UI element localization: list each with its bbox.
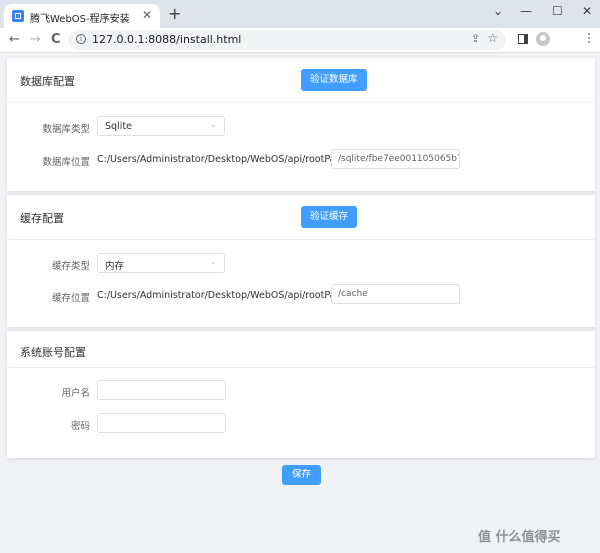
database-type-value: Sqlite bbox=[105, 121, 132, 132]
password-label: 密码 bbox=[70, 421, 90, 432]
profile-avatar-icon[interactable] bbox=[536, 32, 550, 46]
cache-config-card: 缓存配置 验证缓存 缓存类型 内存 ⌄ 缓存位置 C:/Users/Admini… bbox=[7, 195, 595, 327]
database-card-title: 数据库配置 bbox=[20, 75, 75, 88]
cache-location-label: 缓存位置 bbox=[51, 293, 90, 304]
address-url[interactable]: 127.0.0.1:8088/install.html bbox=[92, 33, 241, 46]
database-type-select[interactable]: Sqlite ⌄ bbox=[97, 116, 225, 136]
new-tab-button[interactable]: + bbox=[168, 6, 181, 22]
tab-title: 腾飞WebOS-程序安装 bbox=[30, 14, 130, 25]
cache-type-value: 内存 bbox=[105, 261, 125, 272]
tab-search-icon[interactable]: ⌄ bbox=[493, 4, 503, 18]
cache-card-title: 缓存配置 bbox=[20, 212, 64, 225]
address-bar[interactable]: i 127.0.0.1:8088/install.html ⇪ ☆ bbox=[68, 30, 506, 50]
save-button[interactable]: 保存 bbox=[282, 465, 321, 485]
database-path-input[interactable]: /sqlite/fbe7ee001105065b7e bbox=[331, 149, 460, 169]
maximize-icon[interactable]: ☐ bbox=[552, 4, 563, 18]
reload-icon[interactable]: C bbox=[51, 32, 61, 48]
account-card-header: 系统账号配置 bbox=[7, 331, 595, 368]
database-card-header: 数据库配置 验证数据库 bbox=[7, 58, 595, 103]
side-panel-icon[interactable] bbox=[518, 34, 528, 44]
database-type-label: 数据库类型 bbox=[42, 124, 90, 135]
back-icon[interactable]: ← bbox=[9, 32, 20, 48]
username-input[interactable] bbox=[97, 380, 226, 400]
browser-toolbar: ← → C i 127.0.0.1:8088/install.html ⇪ ☆ … bbox=[0, 28, 600, 53]
verify-cache-button[interactable]: 验证缓存 bbox=[301, 206, 358, 228]
cache-card-header: 缓存配置 验证缓存 bbox=[7, 195, 595, 240]
site-info-icon[interactable]: i bbox=[76, 34, 86, 44]
minimize-icon[interactable]: — bbox=[520, 4, 532, 18]
favicon-icon bbox=[12, 10, 24, 22]
forward-icon[interactable]: → bbox=[30, 32, 41, 48]
database-path-prefix: C:/Users/Administrator/Desktop/WebOS/api… bbox=[97, 154, 346, 165]
cache-path-prefix: C:/Users/Administrator/Desktop/WebOS/api… bbox=[97, 290, 346, 301]
tab-close-icon[interactable]: ✕ bbox=[142, 8, 152, 22]
window-close-icon[interactable]: ✕ bbox=[582, 4, 592, 18]
account-card-title: 系统账号配置 bbox=[20, 346, 86, 359]
browser-tab-bar: 腾飞WebOS-程序安装 ✕ + ⌄ — ☐ ✕ bbox=[0, 0, 600, 28]
chevron-down-icon: ⌄ bbox=[209, 257, 217, 267]
watermark-logo: 值 什么值得买 bbox=[478, 530, 561, 545]
verify-database-button[interactable]: 验证数据库 bbox=[301, 69, 367, 91]
cache-type-label: 缓存类型 bbox=[51, 261, 90, 272]
bookmark-star-icon[interactable]: ☆ bbox=[487, 31, 498, 45]
database-location-label: 数据库位置 bbox=[42, 157, 90, 168]
browser-tab[interactable]: 腾飞WebOS-程序安装 ✕ bbox=[4, 4, 160, 28]
username-label: 用户名 bbox=[61, 388, 90, 399]
browser-menu-icon[interactable]: ⋮ bbox=[583, 31, 595, 45]
account-config-card: 系统账号配置 用户名 密码 bbox=[7, 331, 595, 458]
chevron-down-icon: ⌄ bbox=[209, 120, 217, 130]
cache-type-select[interactable]: 内存 ⌄ bbox=[97, 253, 225, 273]
password-input[interactable] bbox=[97, 413, 226, 433]
database-config-card: 数据库配置 验证数据库 数据库类型 Sqlite ⌄ 数据库位置 C:/User… bbox=[7, 58, 595, 191]
share-icon[interactable]: ⇪ bbox=[471, 32, 480, 45]
cache-path-input[interactable]: /cache bbox=[331, 284, 460, 304]
